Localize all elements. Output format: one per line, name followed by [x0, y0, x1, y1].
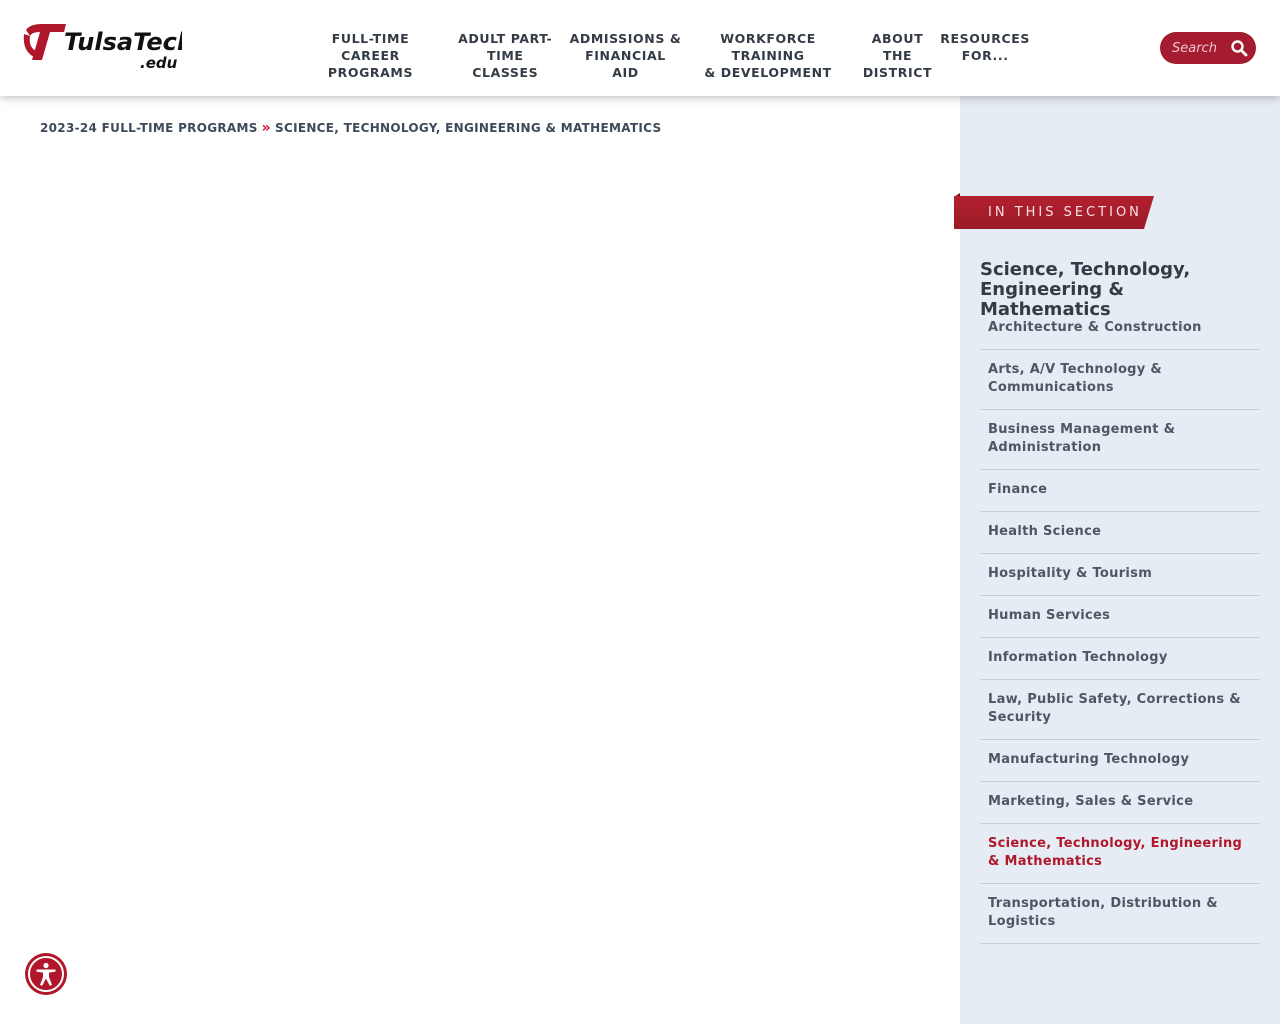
- nav-admissions-financial-aid[interactable]: ADMISSIONS & FINANCIAL AID: [570, 30, 682, 80]
- in-this-section-tab: IN THIS SECTION: [954, 196, 1154, 229]
- section-item-information-technology[interactable]: Information Technology: [980, 638, 1260, 680]
- main-nav: FULL-TIME CAREER PROGRAMS ADULT PART-TIM…: [300, 30, 1030, 80]
- section-item-arts-av[interactable]: Arts, A/V Technology & Communications: [980, 350, 1260, 410]
- breadcrumb-separator: »: [261, 120, 272, 136]
- section-item-stem-active[interactable]: Science, Technology, Engineering & Mathe…: [980, 824, 1260, 884]
- section-item-transportation[interactable]: Transportation, Distribution & Logistics: [980, 884, 1260, 944]
- section-sidebar: IN THIS SECTION Science, Technology, Eng…: [954, 96, 1280, 1024]
- site-header: TulsaTech .edu FULL-TIME CAREER PROGRAMS…: [0, 0, 1280, 96]
- logo-domain: .edu: [140, 54, 178, 72]
- search-input[interactable]: [1172, 40, 1234, 56]
- nav-about-the-district[interactable]: ABOUT THE DISTRICT: [855, 30, 941, 80]
- section-item-business[interactable]: Business Management & Administration: [980, 410, 1260, 470]
- section-item-finance[interactable]: Finance: [980, 470, 1260, 512]
- breadcrumb-current: SCIENCE, TECHNOLOGY, ENGINEERING & MATHE…: [275, 121, 662, 135]
- section-item-hospitality[interactable]: Hospitality & Tourism: [980, 554, 1260, 596]
- breadcrumb-parent-link[interactable]: 2023-24 FULL-TIME PROGRAMS: [40, 121, 258, 135]
- breadcrumb: 2023-24 FULL-TIME PROGRAMS» SCIENCE, TECH…: [40, 120, 661, 136]
- section-item-health-science[interactable]: Health Science: [980, 512, 1260, 554]
- nav-adult-part-time-classes[interactable]: ADULT PART-TIME CLASSES: [441, 30, 570, 80]
- in-this-section-label: IN THIS SECTION: [988, 205, 1142, 220]
- accessibility-button[interactable]: [25, 953, 67, 995]
- section-nav-list: Architecture & Construction Arts, A/V Te…: [980, 308, 1260, 944]
- search-icon[interactable]: [1230, 39, 1248, 57]
- section-item-marketing[interactable]: Marketing, Sales & Service: [980, 782, 1260, 824]
- logo-wordmark: TulsaTech: [64, 28, 182, 56]
- accessibility-icon: [28, 956, 64, 992]
- section-item-human-services[interactable]: Human Services: [980, 596, 1260, 638]
- nav-workforce-training[interactable]: WORKFORCE TRAINING & DEVELOPMENT: [681, 30, 854, 80]
- tulsatech-logo[interactable]: TulsaTech .edu: [22, 22, 182, 74]
- search-box: [1160, 32, 1256, 64]
- nav-resources-for[interactable]: RESOURCES FOR...: [940, 30, 1030, 70]
- section-item-architecture[interactable]: Architecture & Construction: [980, 308, 1260, 350]
- nav-full-time-career-programs[interactable]: FULL-TIME CAREER PROGRAMS: [300, 30, 441, 80]
- section-item-law-public-safety[interactable]: Law, Public Safety, Corrections & Securi…: [980, 680, 1260, 740]
- section-item-manufacturing[interactable]: Manufacturing Technology: [980, 740, 1260, 782]
